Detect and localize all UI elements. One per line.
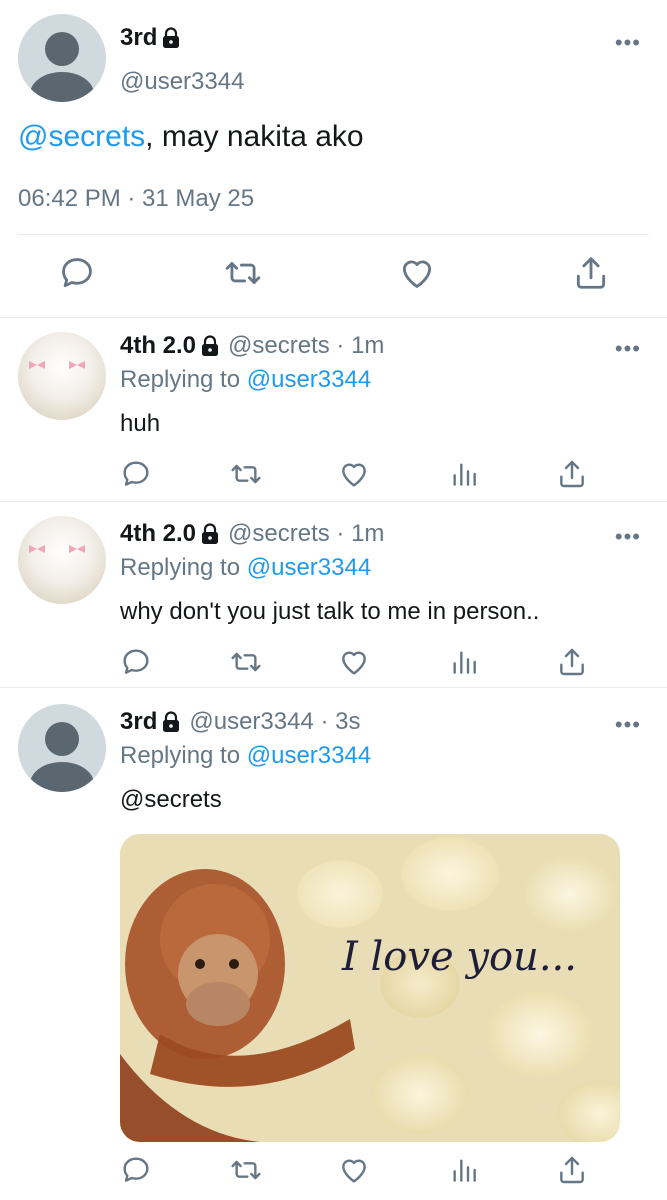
mention-link[interactable]: @secrets (120, 786, 222, 814)
bow-icon (29, 545, 45, 553)
author-handle-time[interactable]: @secrets · 1m (228, 520, 384, 548)
author-line: 3rd @user3344 · 3s (120, 708, 360, 736)
replying-to: Replying to @user3344 (120, 742, 371, 770)
author-line: 3rd (120, 24, 189, 52)
views-icon[interactable] (448, 1154, 480, 1186)
share-icon[interactable] (572, 254, 610, 292)
tweet-text-body: , may nakita ako (145, 120, 364, 153)
action-bar (0, 254, 667, 298)
like-icon[interactable] (338, 458, 370, 490)
author-handle-time[interactable]: @user3344 · 3s (189, 708, 360, 736)
media-caption: I love you... (342, 934, 577, 980)
author-handle-time[interactable]: @secrets · 1m (228, 332, 384, 360)
mention-link[interactable]: @secrets (18, 120, 145, 153)
reply-icon[interactable] (120, 646, 152, 678)
main-tweet: 3rd ••• @user3344 @secrets, may nakita a… (0, 0, 667, 318)
orangutan-illustration (120, 869, 355, 1142)
retweet-icon[interactable] (224, 254, 262, 292)
replying-to: Replying to @user3344 (120, 366, 371, 394)
author-line: 4th 2.0 @secrets · 1m (120, 332, 384, 360)
tweet-text: why don't you just talk to me in person.… (120, 598, 540, 625)
replying-to-link[interactable]: @user3344 (247, 366, 371, 393)
like-icon[interactable] (338, 1154, 370, 1186)
avatar[interactable] (18, 704, 106, 792)
lock-icon (161, 27, 181, 49)
avatar[interactable] (18, 516, 106, 604)
lock-icon (200, 523, 220, 545)
replying-prefix: Replying to (120, 742, 241, 769)
tweet-text: @secrets, may nakita ako (18, 120, 364, 154)
more-icon[interactable]: ••• (615, 30, 641, 56)
replying-to: Replying to @user3344 (120, 554, 371, 582)
replying-prefix: Replying to (120, 366, 241, 393)
replying-to-link[interactable]: @user3344 (247, 742, 371, 769)
bow-icon (69, 545, 85, 553)
lock-icon (200, 335, 220, 357)
author-line: 4th 2.0 @secrets · 1m (120, 520, 384, 548)
reply-icon[interactable] (58, 254, 96, 292)
author-name[interactable]: 3rd (120, 708, 157, 736)
bow-icon (69, 361, 85, 369)
tweet-text: huh (120, 410, 161, 437)
reply-tweet[interactable]: 4th 2.0 @secrets · 1m ••• Replying to @u… (0, 502, 667, 688)
tweet-timestamp[interactable]: 06:42 PM · 31 May 25 (18, 185, 254, 213)
divider (18, 234, 649, 235)
more-icon[interactable]: ••• (615, 712, 641, 738)
tweet-media-image[interactable]: I love you... (120, 834, 620, 1142)
views-icon[interactable] (448, 458, 480, 490)
like-icon[interactable] (398, 254, 436, 292)
avatar[interactable] (18, 332, 106, 420)
reply-icon[interactable] (120, 458, 152, 490)
replying-to-link[interactable]: @user3344 (247, 554, 371, 581)
author-name[interactable]: 3rd (120, 24, 157, 52)
views-icon[interactable] (448, 646, 480, 678)
replying-prefix: Replying to (120, 554, 241, 581)
bow-icon (29, 361, 45, 369)
more-icon[interactable]: ••• (615, 336, 641, 362)
retweet-icon[interactable] (230, 646, 262, 678)
reply-tweet[interactable]: 4th 2.0 @secrets · 1m ••• Replying to @u… (0, 318, 667, 502)
more-icon[interactable]: ••• (615, 524, 641, 550)
author-name[interactable]: 4th 2.0 (120, 332, 196, 360)
avatar[interactable] (18, 14, 106, 102)
retweet-icon[interactable] (230, 458, 262, 490)
share-icon[interactable] (556, 646, 588, 678)
retweet-icon[interactable] (230, 1154, 262, 1186)
share-icon[interactable] (556, 458, 588, 490)
author-handle[interactable]: @user3344 (120, 68, 244, 96)
share-icon[interactable] (556, 1154, 588, 1186)
author-name[interactable]: 4th 2.0 (120, 520, 196, 548)
like-icon[interactable] (338, 646, 370, 678)
reply-icon[interactable] (120, 1154, 152, 1186)
lock-icon (161, 711, 181, 733)
